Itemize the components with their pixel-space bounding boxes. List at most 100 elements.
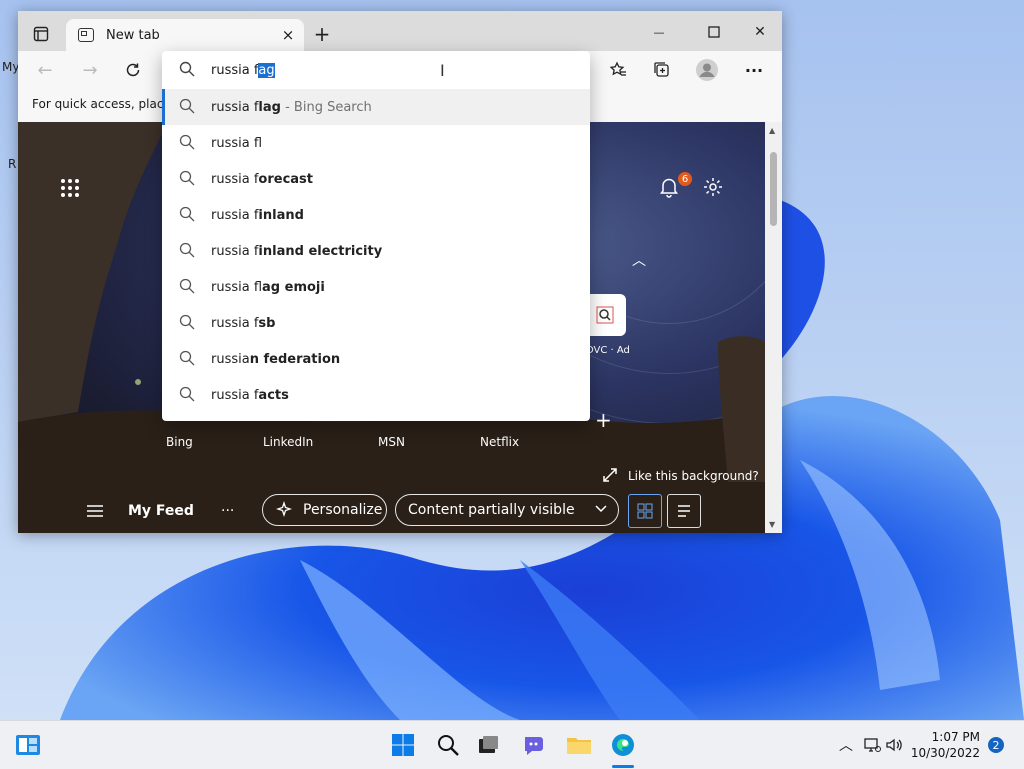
system-clock[interactable]: 1:07 PM 10/30/2022	[911, 729, 980, 761]
search-icon	[179, 61, 195, 81]
like-background-link[interactable]: Like this background?	[628, 469, 759, 483]
search-suggestion[interactable]: russia finland	[162, 197, 590, 233]
tab-close-button[interactable]: ×	[278, 25, 298, 45]
address-bar-input[interactable]: russia fag I	[162, 51, 590, 89]
page-settings-gear-icon[interactable]	[702, 176, 724, 202]
my-feed-tab[interactable]: My Feed	[128, 503, 194, 519]
personalize-label: Personalize	[303, 502, 383, 518]
ad-search-icon	[596, 306, 614, 324]
notification-badge: 6	[678, 172, 692, 186]
collections-icon[interactable]	[647, 55, 677, 85]
personalize-sparkle-icon	[275, 500, 293, 519]
show-hidden-icons-chevron-up-icon[interactable]: ︿	[832, 731, 860, 759]
suggestion-text: russia flag emoji	[211, 279, 325, 295]
tab-strip: New tab × + — ✕	[18, 11, 782, 51]
teams-chat-icon[interactable]	[520, 731, 548, 759]
search-icon	[179, 242, 197, 260]
inline-autocomplete-selection: ag	[258, 62, 275, 78]
list-view-button[interactable]	[667, 494, 701, 528]
clock-time: 1:07 PM	[931, 730, 980, 744]
search-suggestion[interactable]: russia finland electricity	[162, 233, 590, 269]
new-tab-page-icon	[78, 28, 94, 42]
grid-view-button[interactable]	[628, 494, 662, 528]
list-view-icon	[678, 505, 690, 517]
search-suggestion[interactable]: russia flag - Bing Search	[162, 89, 590, 125]
new-tab-button[interactable]: +	[310, 22, 334, 46]
desktop-icon-label[interactable]: R	[8, 157, 16, 171]
edge-browser-window: New tab × + — ✕ ← → ··· For quick access…	[18, 11, 782, 533]
forward-icon[interactable]: →	[75, 55, 105, 85]
clock-date: 10/30/2022	[910, 746, 980, 760]
search-icon	[179, 314, 197, 332]
grid-view-icon	[637, 503, 653, 519]
search-icon	[179, 206, 197, 224]
search-suggestion[interactable]: russia flag emoji	[162, 269, 590, 305]
quick-link-label[interactable]: Bing	[166, 435, 193, 449]
suggestion-text: russia finland electricity	[211, 243, 383, 259]
content-visibility-dropdown[interactable]: Content partially visible	[395, 494, 619, 526]
ad-label: DVC · Ad	[586, 345, 630, 356]
tab-new-tab[interactable]: New tab ×	[66, 19, 304, 51]
suggestion-text: russia fsb	[211, 315, 276, 331]
quick-link-label[interactable]: Netflix	[480, 435, 519, 449]
task-view-icon[interactable]	[474, 731, 502, 759]
maximize-button[interactable]	[702, 21, 726, 43]
volume-icon[interactable]	[881, 731, 909, 759]
desktop-icon-label[interactable]: My	[2, 60, 19, 74]
start-windows-icon[interactable]	[389, 731, 417, 759]
refresh-icon[interactable]	[118, 55, 148, 85]
suggestion-text: russia facts	[211, 387, 289, 403]
suggestion-text: russia forecast	[211, 171, 314, 187]
address-bar-dropdown: russia fag I russia flag - Bing Search ru…	[162, 51, 590, 421]
content-visibility-label: Content partially visible	[408, 502, 575, 518]
back-icon[interactable]: ←	[30, 55, 60, 85]
search-suggestion[interactable]: russia facts	[162, 377, 590, 413]
tab-title: New tab	[106, 27, 160, 43]
menu-hamburger-icon[interactable]	[86, 504, 104, 522]
scrollbar-thumb[interactable]	[770, 152, 777, 226]
page-scrollbar[interactable]: ▲ ▼	[765, 122, 782, 533]
search-suggestion[interactable]: russia forecast	[162, 161, 590, 197]
notifications-bell-icon[interactable]	[658, 176, 680, 202]
search-icon	[179, 278, 197, 296]
search-suggestion[interactable]: russia fl	[162, 125, 590, 161]
personalize-button[interactable]: Personalize	[262, 494, 387, 526]
edge-browser-icon[interactable]	[608, 731, 638, 759]
settings-more-icon[interactable]: ···	[739, 55, 769, 85]
minimize-button[interactable]: —	[646, 23, 672, 41]
feed-more-options[interactable]: ···	[221, 503, 234, 519]
tab-actions-icon[interactable]	[30, 23, 52, 45]
search-icon	[179, 134, 197, 152]
text-cursor-icon: I	[440, 61, 445, 80]
close-button[interactable]: ✕	[748, 21, 772, 43]
quick-link-ad-tile[interactable]	[584, 294, 626, 336]
windows-taskbar: ︿ 1:07 PM 10/30/2022 2	[0, 720, 1024, 769]
scroll-down-icon[interactable]: ▼	[769, 520, 775, 529]
suggestion-text: russia flag - Bing Search	[211, 99, 372, 115]
search-icon	[179, 350, 197, 368]
quick-link-label[interactable]: MSN	[378, 435, 405, 449]
file-explorer-icon[interactable]	[565, 731, 593, 759]
search-icon	[179, 170, 197, 188]
search-suggestion[interactable]: russian federation	[162, 341, 590, 377]
suggestion-text: russian federation	[211, 351, 341, 367]
typed-query: russia fag	[211, 62, 275, 78]
suggestion-text: russia fl	[211, 135, 263, 151]
profile-avatar-icon[interactable]	[692, 55, 722, 85]
favorites-icon[interactable]	[603, 55, 633, 85]
chevron-down-icon	[594, 501, 608, 519]
collapse-chevron-up-icon[interactable]: ︿	[632, 250, 646, 270]
favorites-bar-hint: For quick access, place y	[32, 97, 182, 111]
search-icon	[179, 98, 197, 116]
add-shortcut-plus-icon[interactable]: +	[595, 408, 612, 432]
suggestion-text: russia finland	[211, 207, 304, 223]
widgets-icon[interactable]	[14, 731, 42, 759]
expand-background-icon[interactable]	[603, 468, 617, 486]
scroll-up-icon[interactable]: ▲	[769, 126, 775, 135]
search-suggestion[interactable]: russia fsb	[162, 305, 590, 341]
apps-grid-icon[interactable]	[60, 178, 80, 202]
quick-link-label[interactable]: LinkedIn	[263, 435, 313, 449]
notification-center-badge[interactable]: 2	[988, 737, 1004, 753]
taskbar-search-icon[interactable]	[434, 731, 462, 759]
search-icon	[179, 386, 197, 404]
